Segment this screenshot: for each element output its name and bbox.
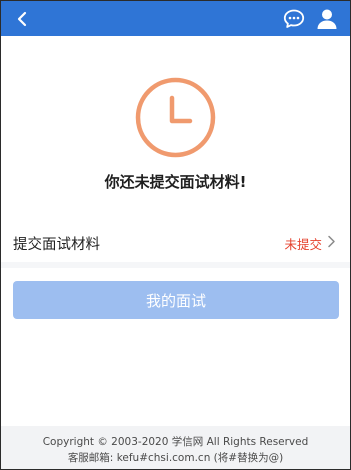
submission-status: 未提交 bbox=[284, 237, 322, 252]
chat-bubble-icon bbox=[283, 9, 305, 28]
chevron-left-icon bbox=[17, 11, 27, 27]
status-message: 你还未提交面试材料! bbox=[104, 173, 247, 191]
my-interview-button[interactable]: 我的面试 bbox=[13, 281, 339, 319]
submit-materials-row[interactable]: 提交面试材料 未提交 bbox=[1, 221, 350, 262]
footer: Copyright © 2003-2020 学信网 All Rights Res… bbox=[1, 426, 350, 469]
back-button[interactable] bbox=[11, 8, 33, 30]
section-divider bbox=[1, 262, 350, 268]
user-button[interactable] bbox=[315, 7, 339, 31]
user-icon bbox=[317, 9, 337, 29]
app-frame: 你还未提交面试材料! 提交面试材料 未提交 我的面试 Copyright © 2… bbox=[0, 0, 351, 470]
chat-button[interactable] bbox=[282, 7, 306, 31]
support-email-text: 客服邮箱: kefu#chsi.com.cn (将#替换为@) bbox=[67, 452, 284, 464]
status-clock bbox=[134, 76, 217, 159]
copyright-text: Copyright © 2003-2020 学信网 All Rights Res… bbox=[42, 436, 309, 448]
clock-icon bbox=[135, 77, 216, 158]
chevron-right-icon bbox=[328, 235, 335, 248]
top-navigation-bar bbox=[1, 1, 350, 36]
submit-materials-label: 提交面试材料 bbox=[13, 237, 100, 253]
